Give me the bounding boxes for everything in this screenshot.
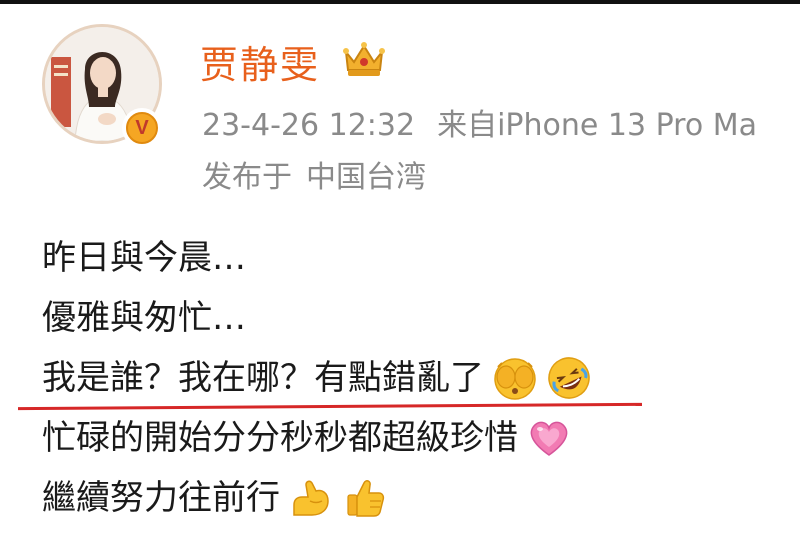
flexed-biceps-emoji: [288, 475, 334, 521]
location-value: 中国台湾: [306, 160, 426, 195]
orange-v-verified-icon: V: [126, 112, 158, 144]
post-timestamp[interactable]: 23-4-26 12:32: [202, 108, 415, 143]
thumbs-up-emoji: [342, 475, 388, 521]
gold-crown-icon[interactable]: [340, 38, 388, 80]
location-prefix: 发布于: [202, 160, 292, 195]
post-line-2: 優雅與匆忙…: [42, 288, 792, 348]
source-prefix: 来自: [437, 108, 498, 143]
post-text-3: 我是誰？我在哪？有點錯亂了: [42, 358, 484, 398]
post-line-1: 昨日與今晨…: [42, 228, 792, 288]
post-line-3: 我是誰？我在哪？有點錯亂了: [42, 348, 792, 408]
post-meta: 23-4-26 12:32 来自iPhone 13 Pro Ma: [202, 100, 757, 144]
post-text-1: 昨日與今晨…: [42, 238, 246, 278]
rolling-on-floor-laughing-emoji: [546, 355, 592, 401]
growing-heart-emoji: [526, 415, 572, 461]
post-text-5: 繼續努力往前行: [42, 478, 280, 518]
post-text-4: 忙碌的開始分分秒秒都超級珍惜: [42, 418, 518, 458]
source-device: iPhone 13 Pro Ma: [497, 108, 757, 143]
verified-badge: V: [122, 108, 162, 148]
face-covering-eyes-emoji: [492, 355, 538, 401]
post-text-2: 優雅與匆忙…: [42, 298, 246, 338]
post-line-5: 繼續努力往前行: [42, 468, 792, 528]
top-edge-bar: [0, 0, 800, 4]
post-line-4: 忙碌的開始分分秒秒都超級珍惜: [42, 408, 792, 468]
post-location: 发布于 中国台湾: [202, 152, 426, 196]
post-body: 昨日與今晨… 優雅與匆忙… 我是誰？我在哪？有點錯亂了 忙碌的開始分分秒秒都超級…: [42, 228, 792, 528]
username[interactable]: 贾静雯: [200, 34, 320, 89]
